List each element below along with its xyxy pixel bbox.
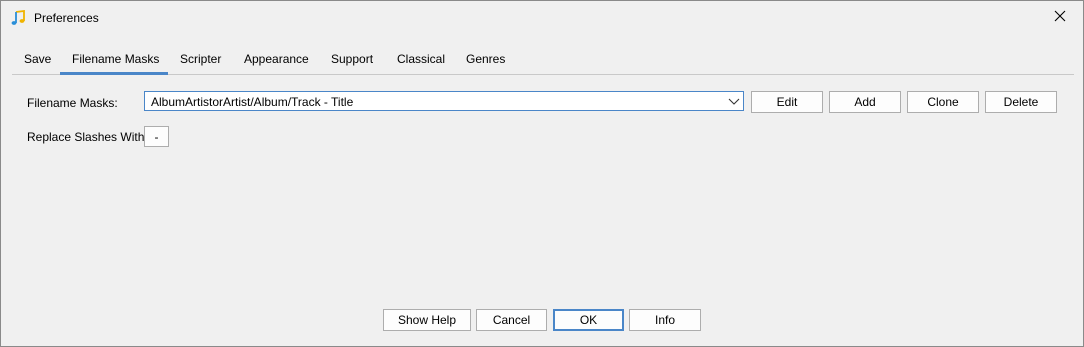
music-note-icon (10, 9, 26, 26)
filename-masks-label: Filename Masks: (27, 96, 118, 110)
info-button[interactable]: Info (629, 309, 701, 331)
clone-button[interactable]: Clone (907, 91, 979, 113)
tab-save[interactable]: Save (24, 52, 51, 66)
cancel-button[interactable]: Cancel (476, 309, 547, 331)
title-bar: Preferences (1, 1, 1083, 34)
window-title: Preferences (34, 11, 99, 25)
add-button[interactable]: Add (829, 91, 901, 113)
show-help-button[interactable]: Show Help (383, 309, 471, 331)
tab-filename-masks[interactable]: Filename Masks (72, 52, 159, 66)
delete-button[interactable]: Delete (985, 91, 1057, 113)
replace-slashes-label: Replace Slashes With (27, 130, 145, 144)
chevron-down-icon[interactable] (728, 95, 740, 107)
tab-scripter[interactable]: Scripter (180, 52, 221, 66)
tab-genres[interactable]: Genres (466, 52, 505, 66)
replace-slashes-input[interactable]: - (144, 126, 169, 147)
edit-button[interactable]: Edit (751, 91, 823, 113)
close-icon (1054, 10, 1066, 25)
preferences-window: Preferences Save Filename Masks Scripter… (0, 0, 1084, 347)
tab-support[interactable]: Support (331, 52, 373, 66)
filename-mask-select[interactable]: AlbumArtistorArtist/Album/Track - Title (144, 91, 744, 111)
filename-mask-value: AlbumArtistorArtist/Album/Track - Title (151, 95, 354, 109)
tab-bar: Save Filename Masks Scripter Appearance … (12, 44, 1074, 75)
active-tab-indicator (60, 72, 168, 75)
tab-classical[interactable]: Classical (397, 52, 445, 66)
ok-button[interactable]: OK (553, 309, 624, 331)
tab-appearance[interactable]: Appearance (244, 52, 309, 66)
close-button[interactable] (1037, 1, 1083, 34)
replace-slashes-value: - (154, 129, 159, 144)
